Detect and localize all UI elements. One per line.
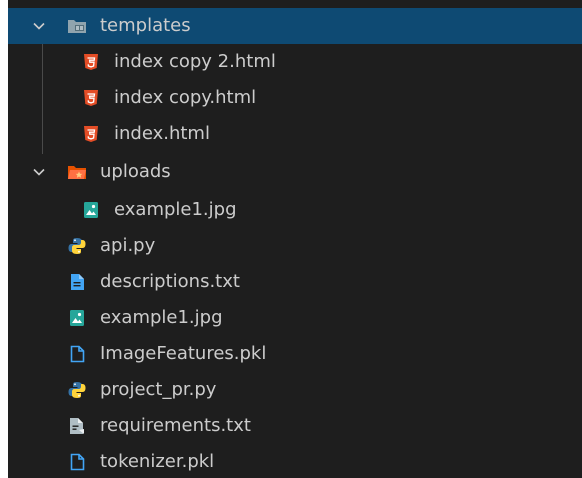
tree-item-label: requirements.txt bbox=[100, 415, 251, 436]
generic-file-icon bbox=[66, 336, 88, 372]
image-file-icon bbox=[80, 192, 102, 228]
html-file-icon bbox=[80, 44, 102, 80]
tree-item-label: descriptions.txt bbox=[100, 271, 240, 292]
text-file-icon bbox=[66, 264, 88, 300]
tree-item-label: example1.jpg bbox=[100, 307, 223, 328]
tree-item-label: templates bbox=[100, 15, 191, 36]
chevron-down-icon[interactable] bbox=[30, 154, 48, 190]
tree-item-label: project_pr.py bbox=[100, 379, 217, 400]
tree-item-label: tokenizer.pkl bbox=[100, 451, 215, 472]
html-file-icon bbox=[80, 116, 102, 152]
tree-item-python-file[interactable]: project_pr.py bbox=[8, 372, 582, 408]
tree-item-label: index copy 2.html bbox=[114, 51, 276, 72]
tree-item-image-file[interactable]: example1.jpg bbox=[8, 300, 582, 336]
tree-item-html-file[interactable]: index copy 2.html bbox=[8, 44, 582, 80]
tree-item-uploads-folder[interactable]: uploads bbox=[8, 154, 582, 190]
tree-item-label: uploads bbox=[100, 161, 171, 182]
tree-item-html-file[interactable]: index copy.html bbox=[8, 80, 582, 116]
tree-item-label: example1.jpg bbox=[114, 199, 237, 220]
image-file-icon bbox=[66, 300, 88, 336]
tree-item-label: index.html bbox=[114, 123, 210, 144]
html-file-icon bbox=[80, 80, 102, 116]
chevron-down-icon[interactable] bbox=[30, 8, 48, 44]
tree-item-image-file[interactable]: example1.jpg bbox=[8, 192, 582, 228]
file-explorer: templates index copy 2.html index copy.h… bbox=[8, 0, 582, 478]
tree-item-label: ImageFeatures.pkl bbox=[100, 343, 267, 364]
folder-templates-icon bbox=[66, 8, 88, 44]
python-file-icon bbox=[66, 228, 88, 264]
tree-item-html-file[interactable]: index.html bbox=[8, 116, 582, 152]
tree-item-generic-file[interactable]: ImageFeatures.pkl bbox=[8, 336, 582, 372]
tree-item-templates-folder[interactable]: templates bbox=[8, 8, 582, 44]
tree-item-requirements-file[interactable]: requirements.txt bbox=[8, 408, 582, 444]
folder-uploads-icon bbox=[66, 154, 88, 190]
tree-item-generic-file[interactable]: tokenizer.pkl bbox=[8, 444, 582, 478]
tree-item-python-file[interactable]: api.py bbox=[8, 228, 582, 264]
tree-item-text-file[interactable]: descriptions.txt bbox=[8, 264, 582, 300]
generic-file-icon bbox=[66, 444, 88, 478]
python-file-icon bbox=[66, 372, 88, 408]
tree-item-label: index copy.html bbox=[114, 87, 257, 108]
requirements-file-icon bbox=[66, 408, 88, 444]
tree-item-label: api.py bbox=[100, 235, 156, 256]
